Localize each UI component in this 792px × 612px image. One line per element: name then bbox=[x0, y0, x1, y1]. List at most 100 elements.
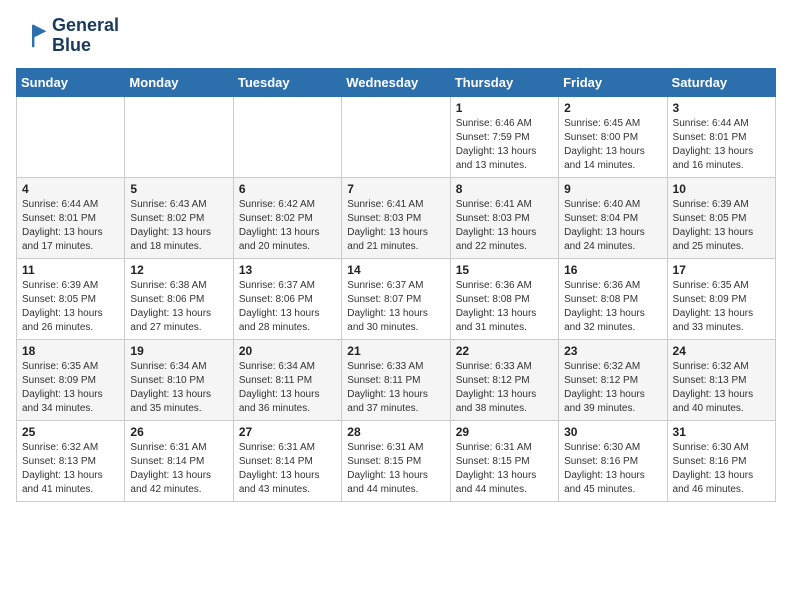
calendar-day-12: 12 Sunrise: 6:38 AM Sunset: 8:06 PM Dayli… bbox=[125, 258, 233, 339]
day-number: 18 bbox=[22, 344, 119, 358]
logo: General Blue bbox=[16, 16, 119, 56]
day-info: Sunrise: 6:31 AM Sunset: 8:14 PM Dayligh… bbox=[130, 441, 227, 497]
calendar-week-row: 11Sunrise: 6:39 AM Sunset: 8:05 PM Dayli… bbox=[17, 258, 776, 339]
calendar-day-11: 11Sunrise: 6:39 AM Sunset: 8:05 PM Dayli… bbox=[17, 258, 125, 339]
day-number: 16 bbox=[564, 263, 661, 277]
day-info: Sunrise: 6:43 AM Sunset: 8:02 PM Dayligh… bbox=[130, 198, 227, 254]
day-info: Sunrise: 6:44 AM Sunset: 8:01 PM Dayligh… bbox=[673, 117, 770, 173]
day-info: Sunrise: 6:38 AM Sunset: 8:06 PM Dayligh… bbox=[130, 279, 227, 335]
weekday-header-wednesday: Wednesday bbox=[342, 68, 450, 96]
calendar-day-8: 8 Sunrise: 6:41 AM Sunset: 8:03 PM Daylig… bbox=[450, 177, 558, 258]
day-number: 29 bbox=[456, 425, 553, 439]
day-info: Sunrise: 6:45 AM Sunset: 8:00 PM Dayligh… bbox=[564, 117, 661, 173]
day-info: Sunrise: 6:36 AM Sunset: 8:08 PM Dayligh… bbox=[456, 279, 553, 335]
calendar-day-21: 21Sunrise: 6:33 AM Sunset: 8:11 PM Dayli… bbox=[342, 339, 450, 420]
calendar-day-9: 9 Sunrise: 6:40 AM Sunset: 8:04 PM Daylig… bbox=[559, 177, 667, 258]
calendar-day-16: 16 Sunrise: 6:36 AM Sunset: 8:08 PM Dayli… bbox=[559, 258, 667, 339]
day-info: Sunrise: 6:31 AM Sunset: 8:15 PM Dayligh… bbox=[456, 441, 553, 497]
calendar-day-14: 14 Sunrise: 6:37 AM Sunset: 8:07 PM Dayli… bbox=[342, 258, 450, 339]
calendar-day-25: 25 Sunrise: 6:32 AM Sunset: 8:13 PM Dayli… bbox=[17, 420, 125, 501]
calendar-day-5: 5 Sunrise: 6:43 AM Sunset: 8:02 PM Daylig… bbox=[125, 177, 233, 258]
day-number: 20 bbox=[239, 344, 336, 358]
calendar-day-29: 29 Sunrise: 6:31 AM Sunset: 8:15 PM Dayli… bbox=[450, 420, 558, 501]
day-number: 17 bbox=[673, 263, 770, 277]
calendar-day-24: 24Sunrise: 6:32 AM Sunset: 8:13 PM Dayli… bbox=[667, 339, 775, 420]
day-info: Sunrise: 6:34 AM Sunset: 8:10 PM Dayligh… bbox=[130, 360, 227, 416]
day-number: 5 bbox=[130, 182, 227, 196]
logo-text: General Blue bbox=[52, 16, 119, 56]
day-info: Sunrise: 6:35 AM Sunset: 8:09 PM Dayligh… bbox=[22, 360, 119, 416]
calendar-day-2: 2Sunrise: 6:45 AM Sunset: 8:00 PM Daylig… bbox=[559, 96, 667, 177]
day-number: 4 bbox=[22, 182, 119, 196]
calendar-week-row: 18 Sunrise: 6:35 AM Sunset: 8:09 PM Dayli… bbox=[17, 339, 776, 420]
day-number: 6 bbox=[239, 182, 336, 196]
weekday-header-tuesday: Tuesday bbox=[233, 68, 341, 96]
calendar-day-10: 10 Sunrise: 6:39 AM Sunset: 8:05 PM Dayli… bbox=[667, 177, 775, 258]
calendar-day-27: 27Sunrise: 6:31 AM Sunset: 8:14 PM Dayli… bbox=[233, 420, 341, 501]
calendar-day-4: 4 Sunrise: 6:44 AM Sunset: 8:01 PM Daylig… bbox=[17, 177, 125, 258]
day-number: 12 bbox=[130, 263, 227, 277]
calendar-day-13: 13 Sunrise: 6:37 AM Sunset: 8:06 PM Dayli… bbox=[233, 258, 341, 339]
day-number: 15 bbox=[456, 263, 553, 277]
weekday-header-saturday: Saturday bbox=[667, 68, 775, 96]
day-info: Sunrise: 6:32 AM Sunset: 8:12 PM Dayligh… bbox=[564, 360, 661, 416]
day-info: Sunrise: 6:41 AM Sunset: 8:03 PM Dayligh… bbox=[347, 198, 444, 254]
day-info: Sunrise: 6:36 AM Sunset: 8:08 PM Dayligh… bbox=[564, 279, 661, 335]
day-info: Sunrise: 6:39 AM Sunset: 8:05 PM Dayligh… bbox=[673, 198, 770, 254]
calendar-day-3: 3 Sunrise: 6:44 AM Sunset: 8:01 PM Daylig… bbox=[667, 96, 775, 177]
day-number: 25 bbox=[22, 425, 119, 439]
day-number: 19 bbox=[130, 344, 227, 358]
day-info: Sunrise: 6:34 AM Sunset: 8:11 PM Dayligh… bbox=[239, 360, 336, 416]
day-info: Sunrise: 6:35 AM Sunset: 8:09 PM Dayligh… bbox=[673, 279, 770, 335]
day-number: 14 bbox=[347, 263, 444, 277]
day-number: 31 bbox=[673, 425, 770, 439]
day-info: Sunrise: 6:42 AM Sunset: 8:02 PM Dayligh… bbox=[239, 198, 336, 254]
day-info: Sunrise: 6:40 AM Sunset: 8:04 PM Dayligh… bbox=[564, 198, 661, 254]
day-info: Sunrise: 6:46 AM Sunset: 7:59 PM Dayligh… bbox=[456, 117, 553, 173]
day-number: 11 bbox=[22, 263, 119, 277]
page-header: General Blue bbox=[16, 16, 776, 56]
weekday-header-thursday: Thursday bbox=[450, 68, 558, 96]
calendar-day-22: 22Sunrise: 6:33 AM Sunset: 8:12 PM Dayli… bbox=[450, 339, 558, 420]
day-info: Sunrise: 6:30 AM Sunset: 8:16 PM Dayligh… bbox=[564, 441, 661, 497]
calendar-day-7: 7Sunrise: 6:41 AM Sunset: 8:03 PM Daylig… bbox=[342, 177, 450, 258]
calendar-day-20: 20 Sunrise: 6:34 AM Sunset: 8:11 PM Dayli… bbox=[233, 339, 341, 420]
day-number: 24 bbox=[673, 344, 770, 358]
day-number: 30 bbox=[564, 425, 661, 439]
calendar-empty-cell bbox=[17, 96, 125, 177]
calendar-day-6: 6 Sunrise: 6:42 AM Sunset: 8:02 PM Daylig… bbox=[233, 177, 341, 258]
day-number: 8 bbox=[456, 182, 553, 196]
calendar-table: SundayMondayTuesdayWednesdayThursdayFrid… bbox=[16, 68, 776, 502]
weekday-header-sunday: Sunday bbox=[17, 68, 125, 96]
day-number: 28 bbox=[347, 425, 444, 439]
day-info: Sunrise: 6:30 AM Sunset: 8:16 PM Dayligh… bbox=[673, 441, 770, 497]
day-info: Sunrise: 6:31 AM Sunset: 8:14 PM Dayligh… bbox=[239, 441, 336, 497]
day-info: Sunrise: 6:32 AM Sunset: 8:13 PM Dayligh… bbox=[22, 441, 119, 497]
calendar-day-19: 19 Sunrise: 6:34 AM Sunset: 8:10 PM Dayli… bbox=[125, 339, 233, 420]
calendar-day-30: 30 Sunrise: 6:30 AM Sunset: 8:16 PM Dayli… bbox=[559, 420, 667, 501]
calendar-week-row: 25 Sunrise: 6:32 AM Sunset: 8:13 PM Dayli… bbox=[17, 420, 776, 501]
day-number: 26 bbox=[130, 425, 227, 439]
calendar-empty-cell bbox=[233, 96, 341, 177]
day-info: Sunrise: 6:33 AM Sunset: 8:11 PM Dayligh… bbox=[347, 360, 444, 416]
day-number: 13 bbox=[239, 263, 336, 277]
day-info: Sunrise: 6:41 AM Sunset: 8:03 PM Dayligh… bbox=[456, 198, 553, 254]
weekday-header-monday: Monday bbox=[125, 68, 233, 96]
calendar-day-31: 31 Sunrise: 6:30 AM Sunset: 8:16 PM Dayli… bbox=[667, 420, 775, 501]
day-number: 9 bbox=[564, 182, 661, 196]
day-info: Sunrise: 6:44 AM Sunset: 8:01 PM Dayligh… bbox=[22, 198, 119, 254]
day-number: 10 bbox=[673, 182, 770, 196]
day-number: 3 bbox=[673, 101, 770, 115]
calendar-day-1: 1 Sunrise: 6:46 AM Sunset: 7:59 PM Daylig… bbox=[450, 96, 558, 177]
calendar-day-17: 17 Sunrise: 6:35 AM Sunset: 8:09 PM Dayli… bbox=[667, 258, 775, 339]
day-info: Sunrise: 6:37 AM Sunset: 8:07 PM Dayligh… bbox=[347, 279, 444, 335]
calendar-empty-cell bbox=[342, 96, 450, 177]
calendar-day-23: 23Sunrise: 6:32 AM Sunset: 8:12 PM Dayli… bbox=[559, 339, 667, 420]
day-info: Sunrise: 6:37 AM Sunset: 8:06 PM Dayligh… bbox=[239, 279, 336, 335]
calendar-day-28: 28Sunrise: 6:31 AM Sunset: 8:15 PM Dayli… bbox=[342, 420, 450, 501]
calendar-week-row: 1 Sunrise: 6:46 AM Sunset: 7:59 PM Daylig… bbox=[17, 96, 776, 177]
day-number: 1 bbox=[456, 101, 553, 115]
logo-icon bbox=[16, 20, 48, 52]
calendar-day-26: 26 Sunrise: 6:31 AM Sunset: 8:14 PM Dayli… bbox=[125, 420, 233, 501]
calendar-day-15: 15 Sunrise: 6:36 AM Sunset: 8:08 PM Dayli… bbox=[450, 258, 558, 339]
